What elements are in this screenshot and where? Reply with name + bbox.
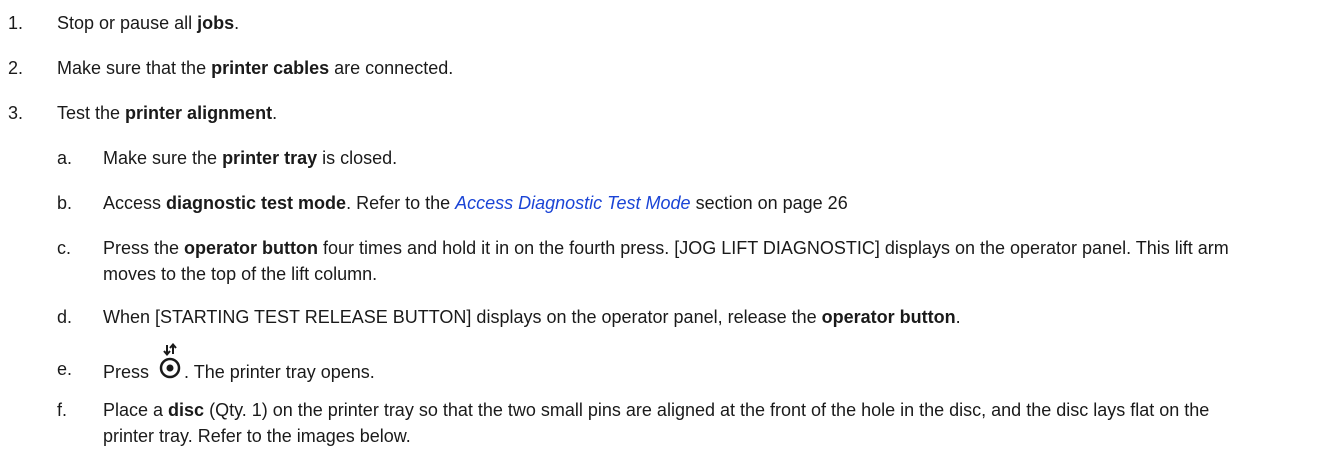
substep-text-part: . The printer tray opens. xyxy=(184,362,375,382)
substep-keyword: printer tray xyxy=(222,148,318,168)
step-text-part: Make sure that the xyxy=(57,58,212,78)
step-text: Make sure that the printer cables are co… xyxy=(57,57,453,79)
step-marker: 1. xyxy=(8,13,24,33)
substep-keyword: operator button xyxy=(184,238,319,258)
step-keyword: printer cables xyxy=(211,58,330,78)
step-text-part: . xyxy=(272,103,278,123)
substep-text-part: is closed. xyxy=(317,148,398,168)
substep-keyword: diagnostic test mode xyxy=(166,193,347,213)
substep-keyword: operator button xyxy=(821,307,956,327)
step-text-part: Stop or pause all xyxy=(57,13,198,33)
printer-tray-eject-icon xyxy=(159,343,181,380)
substep-text: Press the operator button four times and… xyxy=(103,235,1243,287)
substep-text-part: Place a xyxy=(103,400,169,420)
substep-text: Make sure the printer tray is closed. xyxy=(103,147,397,169)
substep-text: Access diagnostic test mode. Refer to th… xyxy=(103,192,848,214)
substep-marker: e. xyxy=(57,359,73,379)
substep-keyword: disc xyxy=(168,400,205,420)
substep-text-part: . xyxy=(955,307,961,327)
step-text-part: Test the xyxy=(57,103,126,123)
step-keyword: printer alignment xyxy=(125,103,273,123)
step-text-part: are connected. xyxy=(329,58,454,78)
substep-marker: d. xyxy=(57,307,73,327)
step-keyword: jobs xyxy=(197,13,235,33)
substep-text-part: (Qty. 1) on the printer tray so that the… xyxy=(103,400,1210,446)
step-marker: 2. xyxy=(8,58,24,78)
substep-text-part: section on page 26 xyxy=(690,193,848,213)
step-text: Stop or pause all jobs. xyxy=(57,12,239,34)
step-marker: 3. xyxy=(8,103,24,123)
substep-text: When [STARTING TEST RELEASE BUTTON] disp… xyxy=(103,306,961,328)
substep-text: Place a disc (Qty. 1) on the printer tra… xyxy=(103,397,1243,449)
substep-text-part: Press xyxy=(103,362,150,382)
substep-text-part: When [STARTING TEST RELEASE BUTTON] disp… xyxy=(103,307,822,327)
substep-text-part: . Refer to the xyxy=(346,193,456,213)
substep-text-part: Press the xyxy=(103,238,185,258)
substep-marker: c. xyxy=(57,238,72,258)
substep-text-part: Access xyxy=(103,193,167,213)
substep-marker: f. xyxy=(57,400,68,420)
access-diagnostic-test-mode-link[interactable]: Access Diagnostic Test Mode xyxy=(455,193,690,213)
step-text-part: . xyxy=(234,13,240,33)
substep-text-part: Make sure the xyxy=(103,148,223,168)
substep-text: Press . The printer tray opens. xyxy=(103,343,375,383)
substep-marker: b. xyxy=(57,193,73,213)
substep-marker: a. xyxy=(57,148,73,168)
step-text: Test the printer alignment. xyxy=(57,102,277,124)
